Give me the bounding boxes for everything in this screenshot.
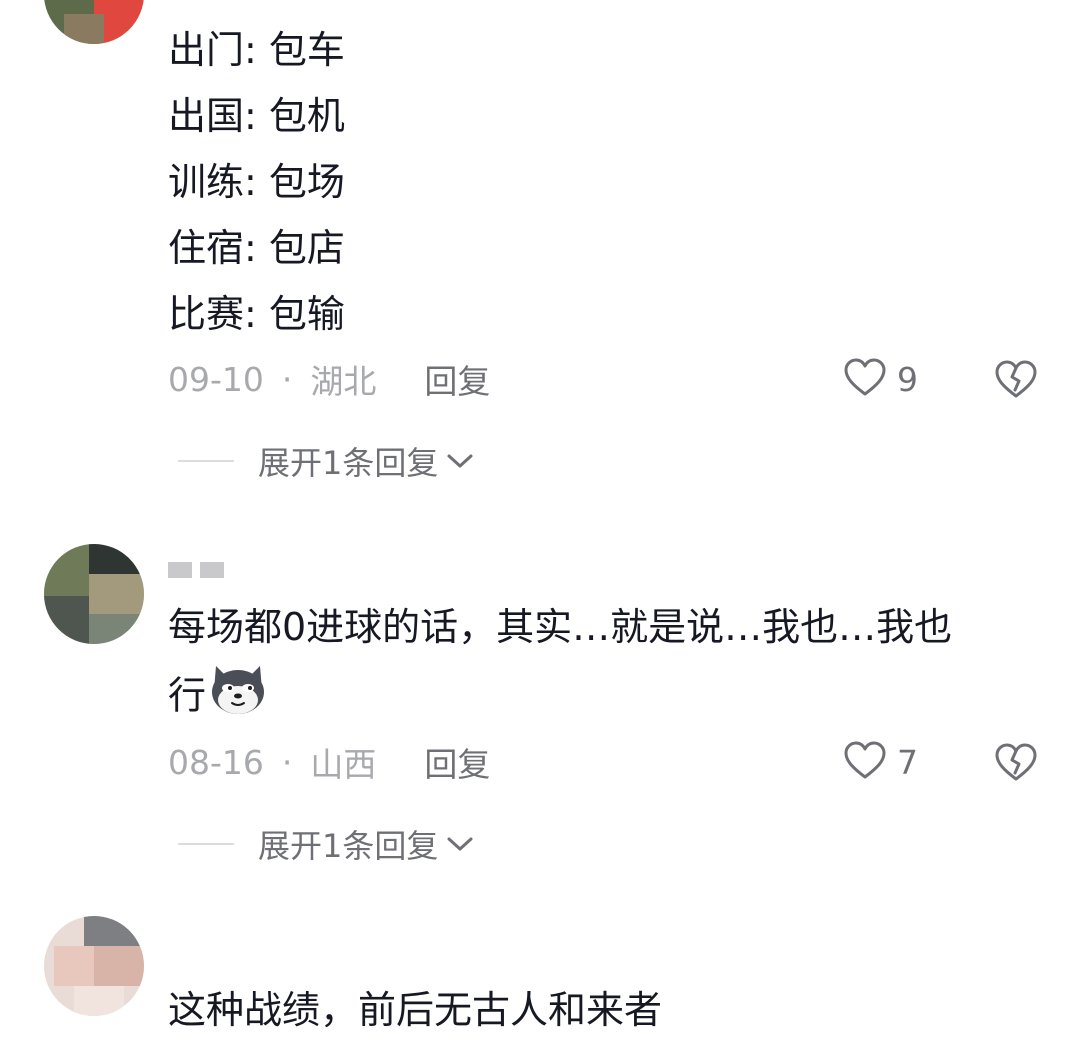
broken-heart-icon[interactable] — [994, 359, 1038, 399]
avatar[interactable] — [44, 916, 144, 1016]
username[interactable] — [168, 562, 258, 578]
like-button[interactable]: 7 — [843, 740, 918, 784]
comment-text-line: 出国: 包机 — [168, 94, 345, 138]
doge-emoji-icon — [208, 660, 268, 736]
comment-meta-row: 08-16 · 山西 回复 7 — [168, 737, 1038, 787]
comment-text-line: 这种战绩，前后无古人和来者 — [168, 988, 663, 1032]
avatar[interactable] — [44, 544, 144, 644]
comment-text-segment: 行 — [168, 673, 207, 718]
comment-date: 08-16 — [168, 742, 264, 782]
expand-divider — [178, 460, 234, 462]
like-button[interactable]: 9 — [843, 357, 918, 401]
avatar[interactable] — [44, 0, 144, 44]
comment-region: 山西 — [310, 745, 377, 784]
comment-text-line: 出门: 包车 — [168, 28, 345, 72]
meta-separator: · — [281, 359, 293, 399]
meta-separator: · — [281, 742, 293, 782]
like-count: 9 — [897, 359, 918, 399]
comment-text-line: 住宿: 包店 — [168, 226, 345, 270]
comment-region: 湖北 — [310, 362, 377, 401]
reply-button[interactable]: 回复 — [424, 738, 490, 786]
reply-button[interactable]: 回复 — [424, 355, 490, 403]
comment-text-line: 行 — [168, 660, 268, 736]
expand-replies-label: 展开1条回复 — [258, 444, 439, 482]
username[interactable] — [168, 948, 308, 954]
expand-replies-button[interactable]: 展开1条回复 — [178, 436, 474, 486]
comment-text-line: 训练: 包场 — [168, 160, 345, 204]
comment-text-line: 比赛: 包输 — [168, 292, 345, 336]
expand-replies-label: 展开1条回复 — [258, 827, 439, 865]
heart-outline-icon — [843, 357, 887, 401]
like-count: 7 — [897, 742, 918, 782]
broken-heart-icon[interactable] — [994, 742, 1038, 782]
chevron-down-icon — [446, 834, 474, 854]
heart-outline-icon — [843, 740, 887, 784]
comment-date: 09-10 — [168, 359, 264, 399]
comment-text-line: 每场都0进球的话，其实…就是说…我也…我也 — [168, 605, 953, 649]
expand-replies-button[interactable]: 展开1条回复 — [178, 819, 474, 869]
expand-divider — [178, 843, 234, 845]
chevron-down-icon — [446, 451, 474, 471]
comment-meta-row: 09-10 · 湖北 回复 9 — [168, 354, 1038, 404]
